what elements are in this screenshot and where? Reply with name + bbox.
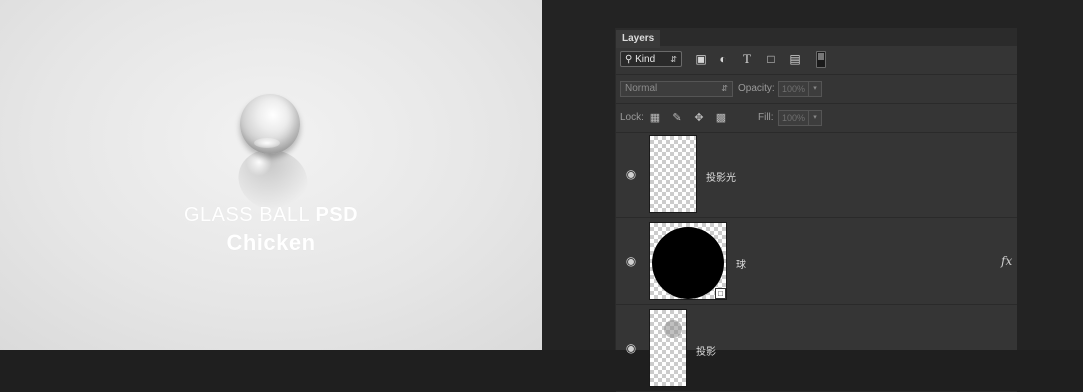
fx-icon[interactable]: fx [1001, 254, 1012, 268]
image-filter-icon[interactable]: ▣ [694, 52, 708, 66]
layer-thumbnail: □ [649, 222, 727, 300]
kind-filter-dropdown[interactable]: ⚲ Kind ⇵ [620, 51, 682, 67]
lock-row: Lock: ▦ ✎ ✥ ▩ Fill: 100% ▾ [616, 104, 1017, 133]
lock-image-pixels-icon[interactable]: ✎ [670, 111, 684, 125]
blend-mode-dropdown[interactable]: Normal ⇵ [620, 81, 733, 97]
blend-row: Normal ⇵ Opacity: 100% ▾ [616, 75, 1017, 104]
eye-icon[interactable]: ◉ [624, 254, 638, 268]
glass-ball [240, 94, 300, 154]
fill-label: Fill: [758, 112, 774, 123]
fill-field[interactable]: 100% ▾ [778, 110, 822, 126]
opacity-label: Opacity: [738, 83, 775, 94]
updown-arrow-icon: ⇵ [670, 55, 677, 64]
filter-toggle-switch[interactable] [816, 51, 826, 68]
layer-name: 投影光 [706, 173, 736, 184]
lock-label: Lock: [620, 112, 644, 123]
lock-transparent-pixels-icon[interactable]: ▦ [648, 111, 662, 125]
layer-row[interactable]: ◉ 投影 [616, 305, 1017, 392]
panel-tabbar: Layers [616, 28, 1017, 48]
fill-value: 100% [782, 113, 806, 123]
vector-mask-icon: □ [715, 288, 726, 299]
lock-all-icon[interactable]: ▩ [714, 111, 728, 125]
smart-object-filter-icon[interactable]: ▤ [788, 52, 802, 66]
filter-row: ⚲ Kind ⇵ ▣ ◐ T □ ▤ [616, 46, 1017, 75]
opacity-field[interactable]: 100% ▾ [778, 81, 822, 97]
shape-filter-icon[interactable]: □ [764, 52, 778, 66]
layer-thumbnail [649, 135, 697, 213]
layer-name: 投影 [696, 347, 716, 358]
eye-icon[interactable]: ◉ [624, 167, 638, 181]
opacity-value: 100% [782, 84, 806, 94]
title-light: GLASS BALL [183, 204, 316, 226]
layer-row[interactable]: ◉ □ 球 fx [616, 218, 1017, 305]
updown-arrow-icon: ⇵ [721, 84, 728, 93]
layer-thumbnail [649, 309, 687, 387]
ball-shape [652, 227, 724, 299]
shadow-smudge [664, 320, 682, 338]
chevron-down-icon[interactable]: ▾ [808, 111, 821, 125]
search-icon: ⚲ [625, 54, 633, 65]
artwork-subtitle: Chicken [226, 230, 316, 255]
layer-row[interactable]: ◉ 投影光 [616, 131, 1017, 218]
layers-panel: Layers ⚲ Kind ⇵ ▣ ◐ T □ ▤ Normal ⇵ Opaci… [615, 28, 1017, 392]
type-filter-icon[interactable]: T [740, 52, 754, 66]
adjustment-filter-icon[interactable]: ◐ [716, 52, 730, 66]
layer-name: 球 [736, 260, 746, 271]
chevron-down-icon[interactable]: ▾ [808, 82, 821, 96]
artwork-canvas: GLASS BALL PSD Chicken [0, 0, 542, 350]
lock-position-icon[interactable]: ✥ [692, 111, 706, 125]
blend-mode-value: Normal [625, 83, 658, 94]
title-bold: PSD [315, 204, 359, 226]
artwork-title: GLASS BALL PSD [0, 204, 542, 227]
eye-icon[interactable]: ◉ [624, 341, 638, 355]
kind-label: Kind [635, 54, 656, 65]
